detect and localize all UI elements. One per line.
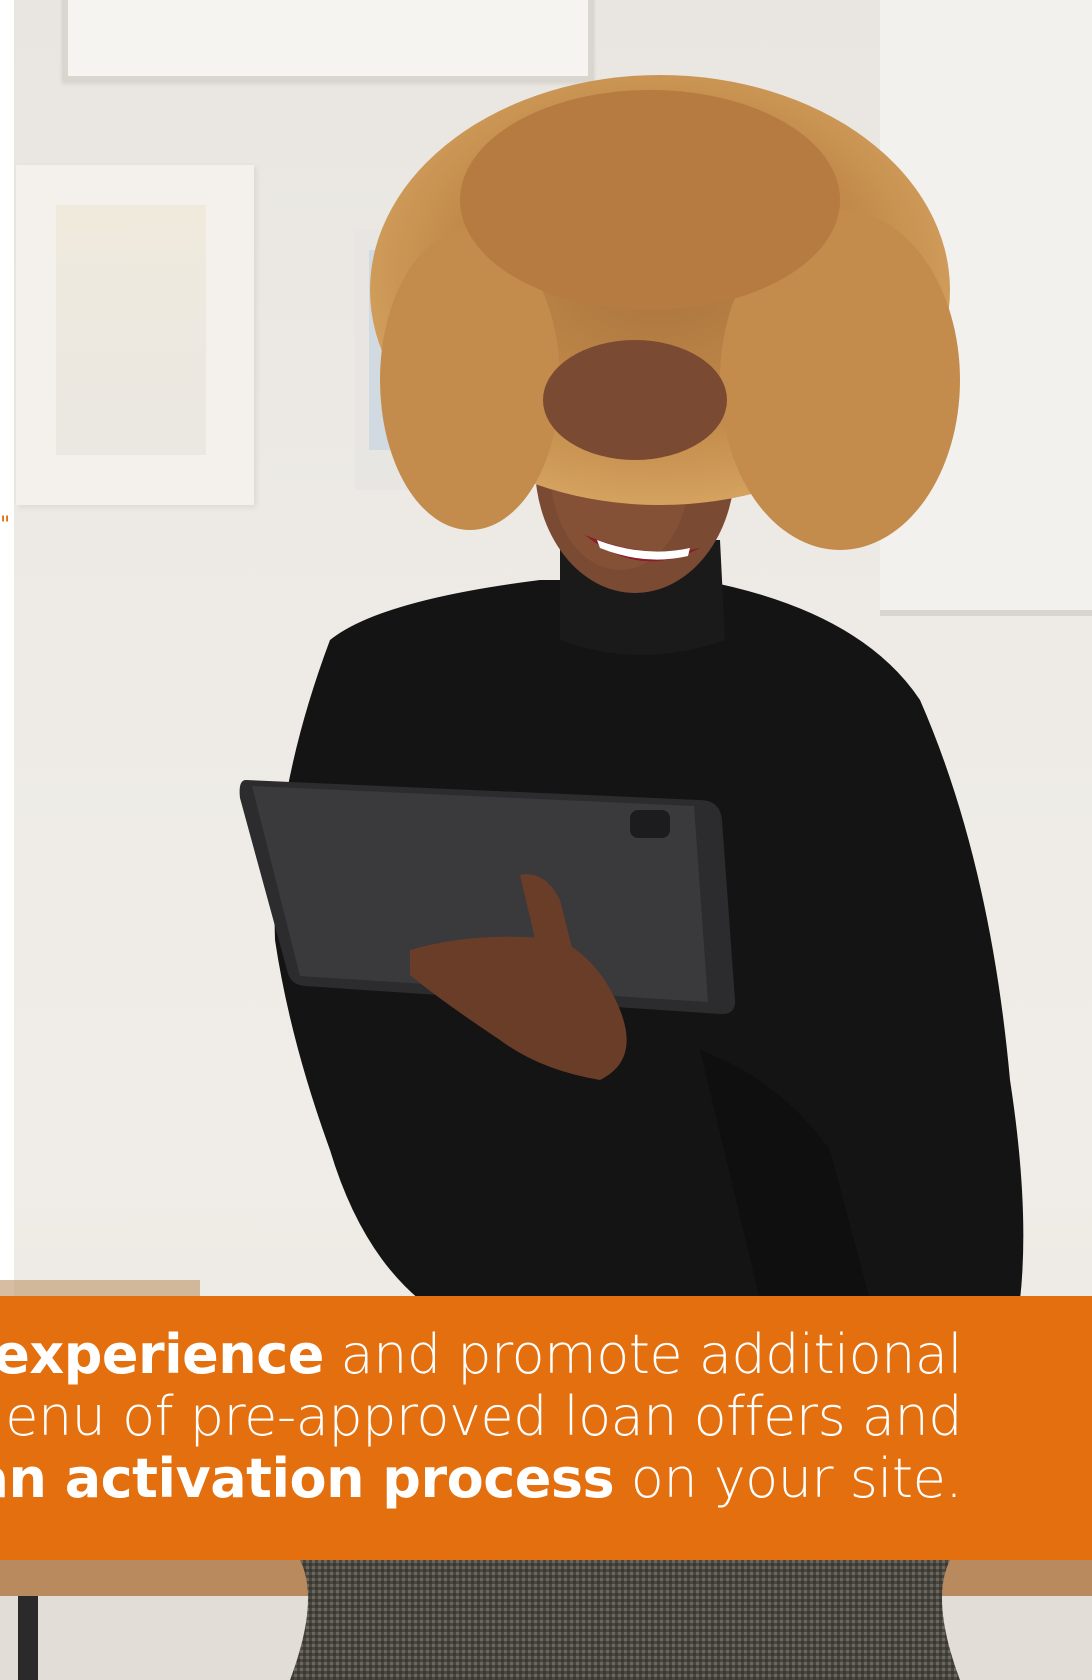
banner-line-3-regular: on your site. — [614, 1447, 963, 1510]
banner-line-1: ers’ experience and promote additional — [0, 1323, 963, 1387]
banner-line-1-regular: and promote additional — [323, 1323, 963, 1386]
banner-line-3: d loan activation process on your site. — [0, 1447, 962, 1511]
banner-line-1-bold: ers’ experience — [0, 1323, 324, 1386]
promo-banner-text: ers’ experience and promote additional g… — [0, 1323, 1092, 1543]
banner-line-2: g a menu of pre-approved loan offers and — [0, 1385, 962, 1449]
banner-line-2-regular: g a menu of pre-approved loan offers and — [0, 1385, 962, 1448]
banner-line-3-bold: d loan activation process — [0, 1447, 615, 1510]
